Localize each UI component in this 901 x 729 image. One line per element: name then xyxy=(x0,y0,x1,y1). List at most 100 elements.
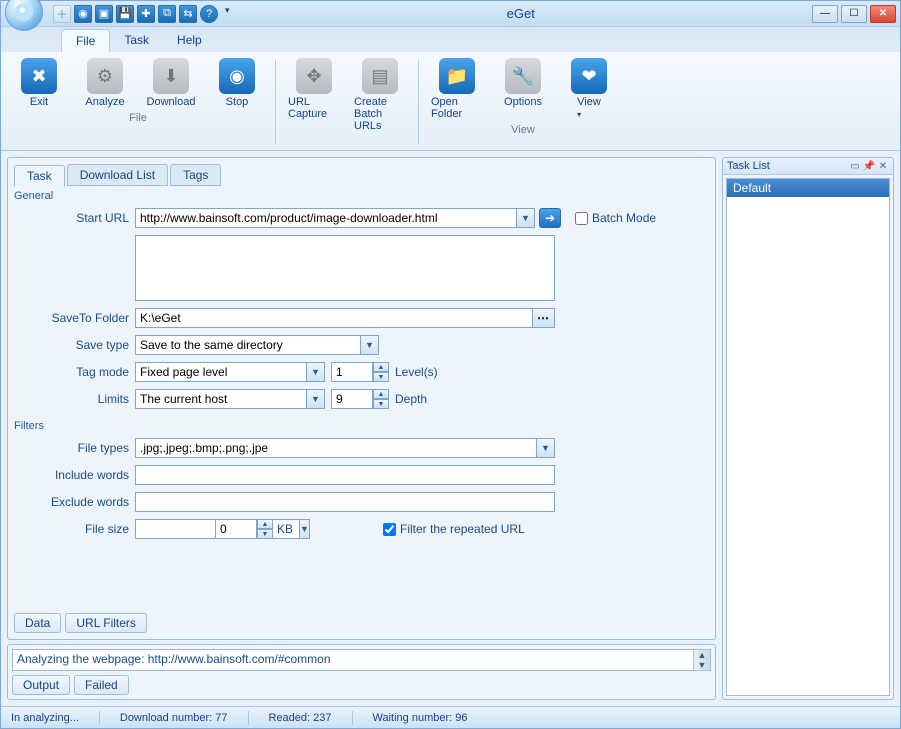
panel-menu-icon[interactable]: ▭ xyxy=(849,160,861,172)
stop-label: Stop xyxy=(226,96,249,108)
url-capture-button[interactable]: ✥URL Capture xyxy=(286,56,342,134)
tab-download-list[interactable]: Download List xyxy=(67,164,168,186)
qat-open-icon[interactable]: ▣ xyxy=(95,5,113,23)
close-button[interactable]: ✕ xyxy=(870,5,896,23)
urls-textarea[interactable] xyxy=(135,235,555,301)
log-scrollbar[interactable]: ▲▼ xyxy=(693,650,710,670)
task-list-title: Task List xyxy=(727,160,770,172)
batch-mode-input[interactable] xyxy=(575,212,588,225)
include-words-label: Include words xyxy=(20,468,135,482)
go-button[interactable]: ➔ xyxy=(539,208,561,228)
url-capture-icon: ✥ xyxy=(296,58,332,94)
limits-dropdown[interactable]: ▼ xyxy=(307,389,325,409)
minimize-button[interactable]: — xyxy=(812,5,838,23)
batch-mode-checkbox[interactable]: Batch Mode xyxy=(575,211,656,225)
depth-down[interactable]: ▼ xyxy=(373,399,389,409)
output-tab-button[interactable]: Output xyxy=(12,675,70,695)
batch-mode-label: Batch Mode xyxy=(592,211,656,225)
filter-repeated-checkbox[interactable]: Filter the repeated URL xyxy=(383,522,525,536)
view-button[interactable]: ❤View▾ xyxy=(561,56,617,122)
include-words-input[interactable] xyxy=(135,465,555,485)
qat-run-icon[interactable]: ◉ xyxy=(74,5,92,23)
log-line: Analyzing the webpage: http://www.bainso… xyxy=(17,652,331,666)
ribbon-separator xyxy=(418,60,419,144)
saveto-folder-input[interactable] xyxy=(135,308,533,328)
save-type-label: Save type xyxy=(20,338,135,352)
qat-save-icon[interactable]: 💾 xyxy=(116,5,134,23)
file-types-label: File types xyxy=(20,441,135,455)
exit-button[interactable]: ✖Exit xyxy=(11,56,67,110)
start-url-input[interactable] xyxy=(135,208,517,228)
tab-task[interactable]: Task xyxy=(14,165,65,187)
filters-form: File types ▼ Include words Exclude words xyxy=(14,438,709,546)
tab-tags[interactable]: Tags xyxy=(170,164,221,186)
tag-mode-dropdown[interactable]: ▼ xyxy=(307,362,325,382)
depth-spinner[interactable]: ▲▼ xyxy=(331,389,389,409)
panel-pin-icon[interactable]: 📌 xyxy=(863,160,875,172)
exclude-words-input[interactable] xyxy=(135,492,555,512)
analyze-button[interactable]: ⚙Analyze xyxy=(77,56,133,110)
content-tabs: Task Download List Tags xyxy=(14,164,709,186)
exit-label: Exit xyxy=(30,96,48,108)
levels-input[interactable] xyxy=(331,362,373,382)
status-waiting: Waiting number: 96 xyxy=(373,712,468,724)
task-list-item[interactable]: Default xyxy=(727,179,889,197)
status-state: In analyzing... xyxy=(11,712,79,724)
save-type-dropdown[interactable]: ▼ xyxy=(361,335,379,355)
app-orb-button[interactable] xyxy=(5,0,43,31)
ribbon-tab-file[interactable]: File xyxy=(61,29,110,52)
create-batch-button[interactable]: ▤Create Batch URLs xyxy=(352,56,408,134)
view-label: View▾ xyxy=(577,96,601,120)
save-type-select[interactable] xyxy=(135,335,361,355)
file-size-label: File size xyxy=(20,522,135,536)
analyze-label: Analyze xyxy=(85,96,124,108)
ribbon-tab-task[interactable]: Task xyxy=(110,29,163,52)
qat-help-icon[interactable]: ? xyxy=(200,5,218,23)
scroll-down-icon[interactable]: ▼ xyxy=(698,660,707,670)
exclude-words-label: Exclude words xyxy=(20,495,135,509)
qat-new-icon[interactable]: ＋ xyxy=(53,5,71,23)
ribbon-tab-help[interactable]: Help xyxy=(163,29,216,52)
qat-plugin-icon[interactable]: ✚ xyxy=(137,5,155,23)
tag-mode-select[interactable] xyxy=(135,362,307,382)
file-types-input[interactable] xyxy=(135,438,537,458)
download-button[interactable]: ⬇Download xyxy=(143,56,199,110)
quick-access-toolbar: ＋ ◉ ▣ 💾 ✚ ⧉ ⇆ ? ▾ xyxy=(53,5,230,23)
file-size-input[interactable] xyxy=(215,519,257,539)
browse-folder-button[interactable]: ⋯ xyxy=(533,308,555,328)
task-list-header: Task List ▭ 📌 ✕ xyxy=(723,158,893,175)
log-tabs: Output Failed xyxy=(12,675,711,695)
failed-tab-button[interactable]: Failed xyxy=(74,675,129,695)
download-label: Download xyxy=(147,96,196,108)
url-filters-tab-button[interactable]: URL Filters xyxy=(65,613,147,633)
log-panel: Analyzing the webpage: http://www.bainso… xyxy=(7,644,716,700)
qat-move-icon[interactable]: ⇆ xyxy=(179,5,197,23)
qat-saveall-icon[interactable]: ⧉ xyxy=(158,5,176,23)
file-size-down[interactable]: ▼ xyxy=(257,529,273,539)
data-tab-button[interactable]: Data xyxy=(14,613,61,633)
stop-button[interactable]: ◉Stop xyxy=(209,56,265,110)
left-pane: Task Download List Tags General Start UR… xyxy=(7,157,716,700)
levels-spinner[interactable]: ▲▼ xyxy=(331,362,389,382)
scroll-up-icon[interactable]: ▲ xyxy=(698,650,707,660)
filter-repeated-input[interactable] xyxy=(383,523,396,536)
depth-input[interactable] xyxy=(331,389,373,409)
main-window: ＋ ◉ ▣ 💾 ✚ ⧉ ⇆ ? ▾ eGet — ☐ ✕ File Task H… xyxy=(0,0,901,729)
maximize-button[interactable]: ☐ xyxy=(841,5,867,23)
app-logo-icon xyxy=(13,1,35,23)
file-types-dropdown[interactable]: ▼ xyxy=(537,438,555,458)
general-form: Start URL ▼ ➔ Batch Mode xyxy=(14,208,709,416)
levels-down[interactable]: ▼ xyxy=(373,372,389,382)
panel-close-icon[interactable]: ✕ xyxy=(877,160,889,172)
open-folder-button[interactable]: 📁Open Folder xyxy=(429,56,485,122)
start-url-dropdown[interactable]: ▼ xyxy=(517,208,535,228)
options-button[interactable]: 🔧Options xyxy=(495,56,551,122)
status-readed: Readed: 237 xyxy=(269,712,332,724)
depth-up[interactable]: ▲ xyxy=(373,389,389,399)
file-size-spinner[interactable]: ▲▼ xyxy=(215,519,273,539)
limits-select[interactable] xyxy=(135,389,307,409)
levels-up[interactable]: ▲ xyxy=(373,362,389,372)
section-filters-label: Filters xyxy=(14,420,709,432)
file-size-up[interactable]: ▲ xyxy=(257,519,273,529)
file-size-op-dropdown[interactable]: ▼ xyxy=(300,519,310,539)
